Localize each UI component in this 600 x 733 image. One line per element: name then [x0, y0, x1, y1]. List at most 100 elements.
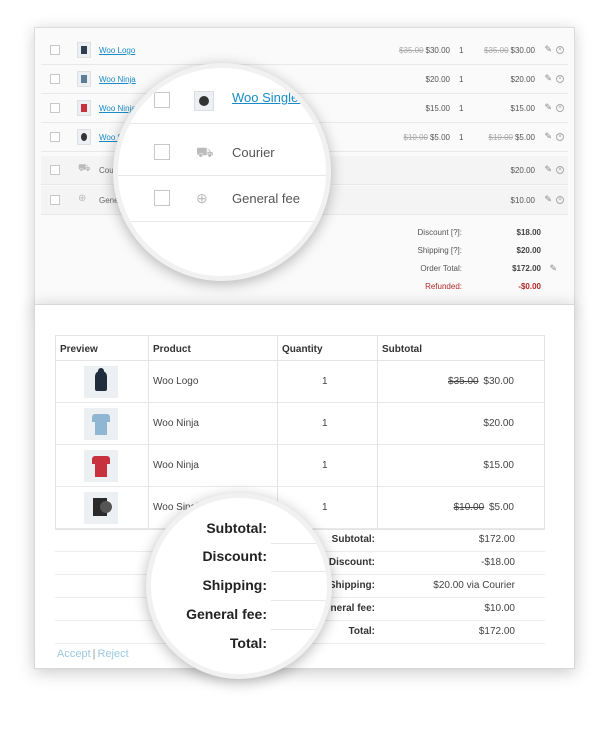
edit-pencil-icon[interactable]: ✎	[544, 164, 552, 175]
original-cost: $35.00	[399, 46, 424, 55]
line-total: $30.00	[510, 46, 535, 55]
summary-label: Total:	[348, 626, 375, 637]
magnified-shipping-row: ⛟ Courier	[118, 130, 326, 176]
product-image	[84, 408, 118, 440]
magnified-shipping-label: Shipping:	[202, 577, 267, 593]
magnified-checkbox	[154, 190, 170, 206]
sale-cost: $5.00	[429, 133, 450, 142]
shipping-total-row: Shipping [?]: $20.00	[374, 246, 574, 264]
magnified-checkbox	[154, 144, 170, 160]
edit-pencil-icon[interactable]: ✎	[544, 44, 552, 55]
edit-pencil-icon[interactable]: ✎	[544, 194, 552, 205]
original-total: $35.00	[484, 46, 509, 55]
col-subtotal-header: Subtotal	[382, 344, 422, 355]
edit-pencil-icon[interactable]: ✎	[544, 73, 552, 84]
sale-cost: $30.00	[425, 46, 450, 55]
product-image	[84, 366, 118, 398]
summary-value: $172.00	[478, 626, 515, 637]
table-row: Woo Ninja 1 $20.00	[56, 403, 544, 445]
product-quantity: 1	[322, 418, 328, 429]
product-quantity: 1	[322, 502, 328, 513]
item-total: $35.00 $30.00	[484, 46, 535, 55]
summary-label: neral fee:	[330, 603, 375, 614]
discount-total-row: Discount [?]: $18.00	[374, 228, 574, 246]
row-checkbox[interactable]	[50, 45, 60, 55]
item-cost: $15.00	[425, 104, 450, 113]
item-quantity: 1	[459, 75, 464, 84]
sale-price: $30.00	[483, 376, 514, 387]
line-total: $15.00	[510, 104, 535, 113]
table-row: Woo Ninja 1 $15.00	[56, 445, 544, 487]
refunded-value: -$0.00	[518, 282, 541, 291]
magnified-discount-label: Discount:	[202, 548, 267, 564]
magnified-fee-label: General fee:	[186, 606, 267, 622]
line-total: $5.00	[514, 133, 535, 142]
row-checkbox[interactable]	[50, 74, 60, 84]
product-subtotal: $20.00	[483, 418, 514, 429]
order-total-label: Order Total:	[420, 264, 462, 273]
product-name: Woo Ninja	[153, 418, 199, 429]
delete-icon[interactable]: ×	[556, 104, 564, 112]
delete-icon[interactable]: ×	[556, 196, 564, 204]
order-email-table: Preview Product Quantity Subtotal Woo Lo…	[55, 335, 545, 530]
product-link[interactable]: Woo Logo	[99, 46, 135, 55]
summary-value: $172.00	[478, 534, 515, 545]
product-image	[84, 492, 118, 524]
item-cost: $20.00	[425, 75, 450, 84]
discount-value: $18.00	[516, 228, 541, 237]
delete-icon[interactable]: ×	[556, 133, 564, 141]
shipping-total: $20.00	[510, 166, 535, 175]
shipping-label: Shipping [?]:	[417, 246, 462, 255]
summary-label: Shipping:	[328, 580, 375, 591]
row-checkbox[interactable]	[50, 103, 60, 113]
product-quantity: 1	[322, 376, 328, 387]
magnified-item-row: Woo Single #	[118, 78, 326, 124]
refunded-label: Refunded:	[425, 282, 462, 291]
order-item-row: Woo Logo $35.00 $30.00 1 $35.00 $30.00 ✎ ×	[41, 36, 568, 65]
delete-icon[interactable]: ×	[556, 75, 564, 83]
row-checkbox[interactable]	[50, 165, 60, 175]
edit-pencil-icon[interactable]: ✎	[549, 263, 557, 274]
col-quantity-header: Quantity	[282, 344, 323, 355]
item-cost: $10.00 $5.00	[404, 133, 451, 142]
magnified-shipping-name: Courier	[232, 145, 275, 160]
row-checkbox[interactable]	[50, 132, 60, 142]
truck-icon: ⛟	[196, 144, 214, 160]
product-subtotal: $10.00 $5.00	[454, 502, 514, 513]
table-header: Preview Product Quantity Subtotal	[56, 336, 544, 361]
line-total: $20.00	[510, 75, 535, 84]
product-subtotal: $15.00	[483, 460, 514, 471]
item-quantity: 1	[459, 133, 464, 142]
summary-label: Subtotal:	[331, 534, 375, 545]
product-subtotal: $35.00 $30.00	[448, 376, 514, 387]
summary-value: $20.00 via Courier	[433, 580, 515, 591]
product-quantity: 1	[322, 460, 328, 471]
product-name: Woo Ninja	[153, 460, 199, 471]
reject-link[interactable]: Reject	[98, 648, 129, 660]
delete-icon[interactable]: ×	[556, 166, 564, 174]
discount-label: Discount [?]:	[417, 228, 462, 237]
magnified-fee-row: ⊕ General fee	[118, 176, 326, 222]
product-thumbnail	[77, 100, 91, 116]
order-total-value: $172.00	[512, 264, 541, 273]
accept-link[interactable]: Accept	[57, 648, 91, 660]
magnified-fee-name: General fee	[232, 191, 300, 206]
row-checkbox[interactable]	[50, 195, 60, 205]
edit-pencil-icon[interactable]: ✎	[544, 131, 552, 142]
shipping-value: $20.00	[516, 246, 541, 255]
magnified-thumbnail	[194, 91, 214, 111]
product-image	[84, 450, 118, 482]
original-price: $10.00	[453, 502, 485, 513]
table-row: Woo Logo 1 $35.00 $30.00	[56, 361, 544, 403]
original-cost: $10.00	[403, 133, 428, 142]
delete-icon[interactable]: ×	[556, 46, 564, 54]
edit-pencil-icon[interactable]: ✎	[544, 102, 552, 113]
item-quantity: 1	[459, 104, 464, 113]
item-cost: $35.00 $30.00	[399, 46, 450, 55]
col-product-header: Product	[153, 344, 191, 355]
magnifier-summary: Subtotal: Discount: Shipping: General fe…	[146, 493, 332, 679]
original-total: $10.00	[488, 133, 513, 142]
refunded-row: Refunded: -$0.00	[374, 282, 574, 300]
product-thumbnail	[77, 42, 91, 58]
item-quantity: 1	[459, 46, 464, 55]
